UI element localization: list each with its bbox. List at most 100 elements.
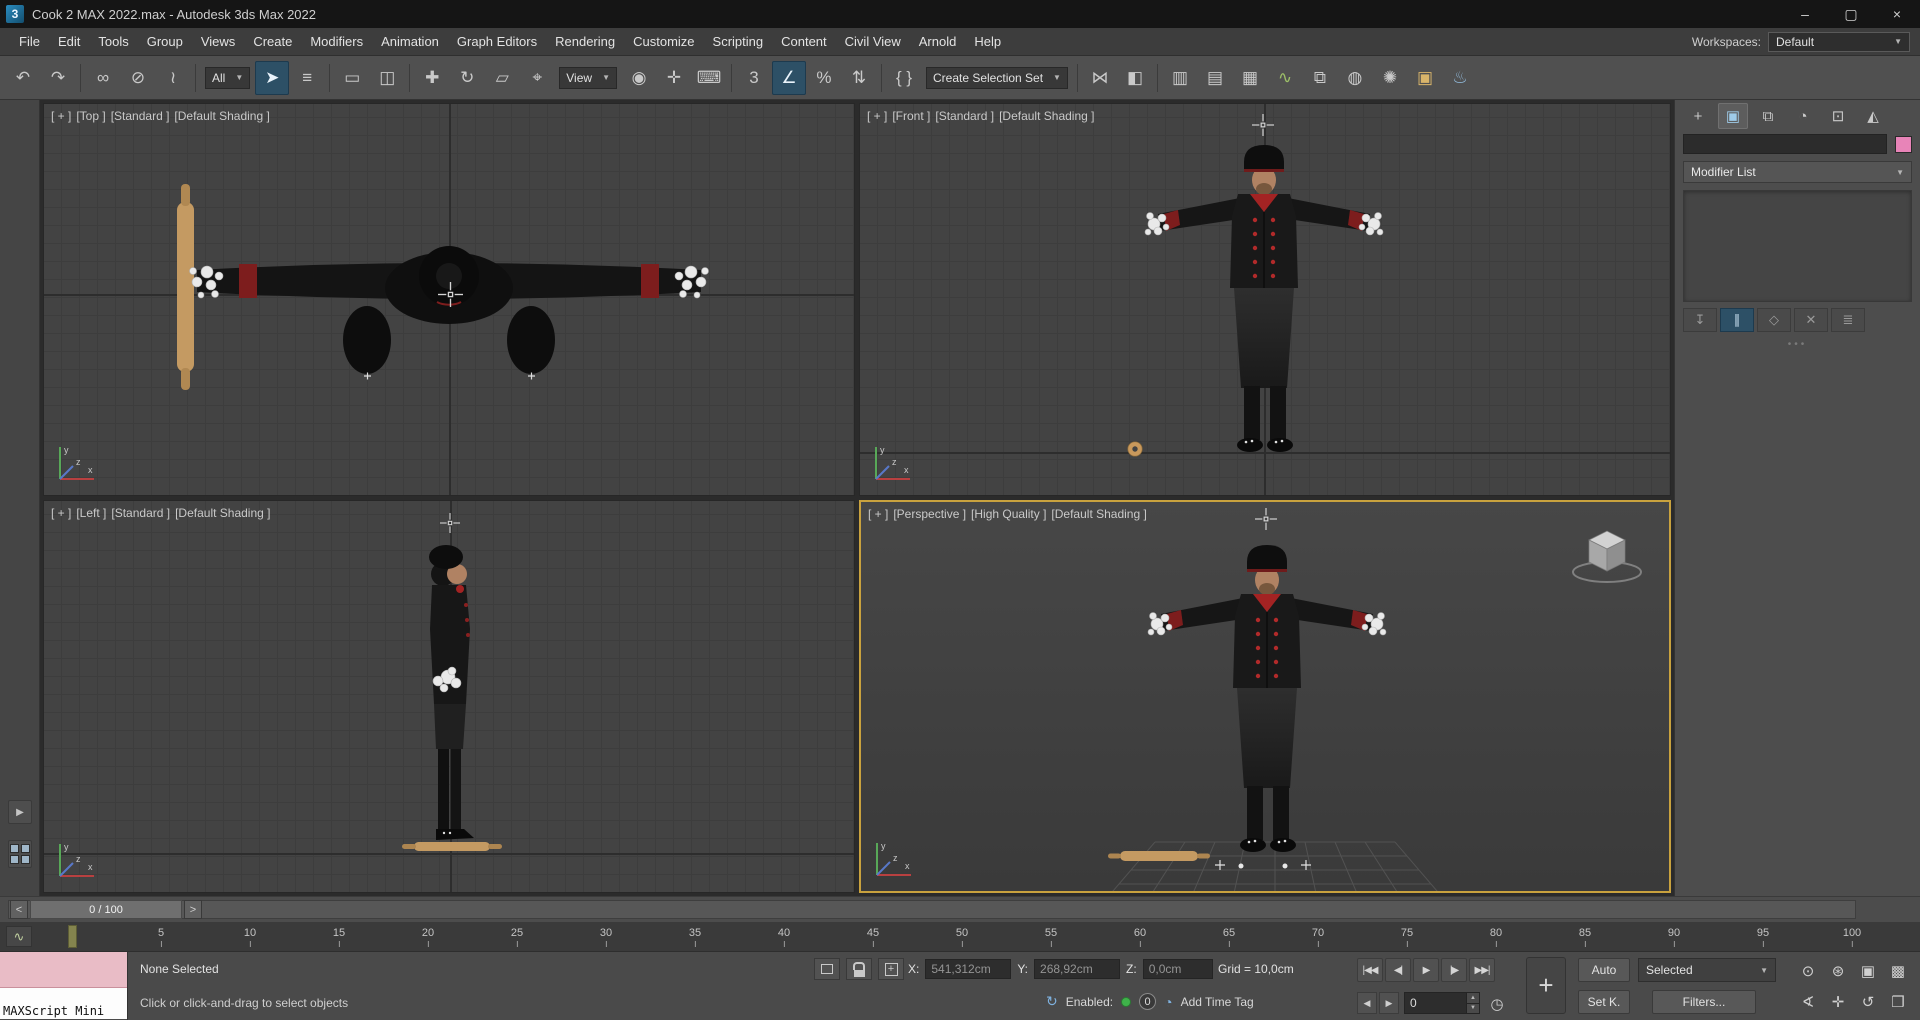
- menu-graph-editors[interactable]: Graph Editors: [448, 28, 546, 55]
- keyboard-shortcut-override-icon[interactable]: ⌨: [692, 61, 726, 95]
- curve-editor-icon[interactable]: ∿: [1268, 61, 1302, 95]
- viewport-shading-menu[interactable]: [Default Shading ]: [1051, 507, 1146, 521]
- zoom-icon[interactable]: ⊙: [1794, 956, 1822, 985]
- viewport-general-menu[interactable]: [ + ]: [868, 507, 888, 521]
- viewport-shading-menu[interactable]: [Default Shading ]: [175, 506, 270, 520]
- workspace-dropdown[interactable]: Default ▼: [1768, 31, 1910, 52]
- menu-arnold[interactable]: Arnold: [910, 28, 966, 55]
- time-configuration-button[interactable]: ◷: [1486, 993, 1508, 1015]
- maximize-viewport-toggle-icon[interactable]: ❒: [1884, 987, 1912, 1016]
- viewport-perspective[interactable]: [ + ] [Perspective ] [High Quality ] [Defau…: [859, 500, 1671, 893]
- material-editor-icon[interactable]: ◍: [1338, 61, 1372, 95]
- panel-resize-handle[interactable]: •••: [1675, 338, 1920, 350]
- menu-help[interactable]: Help: [965, 28, 1010, 55]
- redo-icon[interactable]: ↷: [41, 61, 75, 95]
- viewport-pov-menu[interactable]: [Left ]: [76, 506, 106, 520]
- key-filters-button[interactable]: Filters...: [1652, 990, 1756, 1014]
- angle-snap-toggle-icon[interactable]: ∠: [771, 60, 806, 95]
- menu-views[interactable]: Views: [192, 28, 244, 55]
- z-coordinate-field[interactable]: 0,0cm: [1142, 959, 1213, 979]
- set-key-button[interactable]: Set K.: [1578, 990, 1630, 1014]
- next-key-button[interactable]: ▶: [1379, 992, 1399, 1014]
- zoom-extents-all-icon[interactable]: ▩: [1884, 956, 1912, 985]
- add-time-tag[interactable]: Add Time Tag: [1181, 995, 1254, 1009]
- align-icon[interactable]: ◧: [1118, 61, 1152, 95]
- menu-customize[interactable]: Customize: [624, 28, 703, 55]
- mirror-icon[interactable]: ⋈: [1083, 61, 1117, 95]
- select-and-move-icon[interactable]: ✚: [415, 61, 449, 95]
- absolute-mode-toggle-button[interactable]: [878, 958, 904, 980]
- viewport-top[interactable]: [ + ] [Top ] [Standard ] [Default Shading ]: [43, 103, 855, 496]
- sync-status-icon[interactable]: ↻: [1046, 993, 1058, 1010]
- menu-modifiers[interactable]: Modifiers: [301, 28, 372, 55]
- viewport-general-menu[interactable]: [ + ]: [51, 506, 71, 520]
- viewport-layout-tab-button[interactable]: [8, 840, 32, 868]
- viewport-render-preset-menu[interactable]: [Standard ]: [111, 109, 170, 123]
- viewport-front[interactable]: [ + ] [Front ] [Standard ] [Default Shading…: [859, 103, 1671, 496]
- unlink-selection-icon[interactable]: ⊘: [121, 61, 155, 95]
- menu-file[interactable]: File: [10, 28, 49, 55]
- object-name-field[interactable]: [1683, 134, 1887, 154]
- rendered-frame-window-icon[interactable]: ▣: [1408, 61, 1442, 95]
- menu-animation[interactable]: Animation: [372, 28, 448, 55]
- modify-tab[interactable]: ▣: [1718, 103, 1748, 129]
- select-and-rotate-icon[interactable]: ↻: [450, 61, 484, 95]
- viewport-render-preset-menu[interactable]: [Standard ]: [935, 109, 994, 123]
- modifier-stack[interactable]: [1683, 190, 1912, 302]
- clock-status-icon[interactable]: ◔: [1164, 994, 1172, 1010]
- toggle-ribbon-icon[interactable]: ▦: [1233, 61, 1267, 95]
- close-button[interactable]: ×: [1874, 0, 1920, 28]
- go-to-start-button[interactable]: |◀◀: [1357, 958, 1383, 982]
- snaps-toggle-icon[interactable]: 3: [737, 61, 771, 95]
- spin-down-icon[interactable]: ▼: [1467, 1003, 1479, 1013]
- menu-content[interactable]: Content: [772, 28, 836, 55]
- time-slider-track[interactable]: [8, 900, 1856, 919]
- schematic-view-icon[interactable]: ⧉: [1303, 61, 1337, 95]
- listener-line[interactable]: MAXScript Mini: [0, 988, 127, 1019]
- macro-recorder-line[interactable]: [0, 952, 127, 988]
- select-and-uniform-scale-icon[interactable]: ▱: [485, 61, 519, 95]
- viewport-pov-menu[interactable]: [Top ]: [76, 109, 105, 123]
- undo-icon[interactable]: ↶: [6, 61, 40, 95]
- previous-key-button[interactable]: ◀: [1357, 992, 1377, 1014]
- select-by-name-icon[interactable]: ≡: [290, 61, 324, 95]
- zoom-all-icon[interactable]: ⊛: [1824, 956, 1852, 985]
- select-object-icon[interactable]: ➤: [255, 60, 290, 95]
- zoom-extents-icon[interactable]: ▣: [1854, 956, 1882, 985]
- window-crossing-icon[interactable]: ◫: [370, 61, 404, 95]
- y-coordinate-field[interactable]: 268,92cm: [1034, 959, 1121, 979]
- viewport-general-menu[interactable]: [ + ]: [867, 109, 887, 123]
- hierarchy-tab[interactable]: ⧉: [1753, 103, 1783, 129]
- pan-icon[interactable]: ✛: [1824, 987, 1852, 1016]
- view-cube[interactable]: [1567, 514, 1647, 594]
- bind-to-space-warp-icon[interactable]: ≀: [156, 61, 190, 95]
- current-frame-marker[interactable]: [68, 925, 77, 948]
- current-time-field[interactable]: 0 ▲ ▼: [1404, 992, 1480, 1014]
- menu-create[interactable]: Create: [244, 28, 301, 55]
- select-and-manipulate-icon[interactable]: ✛: [657, 61, 691, 95]
- auto-key-button[interactable]: Auto: [1578, 958, 1630, 982]
- render-production-icon[interactable]: ♨: [1443, 61, 1477, 95]
- select-and-link-icon[interactable]: ∞: [86, 61, 120, 95]
- menu-rendering[interactable]: Rendering: [546, 28, 624, 55]
- remove-modifier-button[interactable]: ✕: [1794, 308, 1828, 332]
- viewport-shading-menu[interactable]: [Default Shading ]: [174, 109, 269, 123]
- time-spinner[interactable]: ▲ ▼: [1466, 993, 1479, 1013]
- toggle-scene-explorer-icon[interactable]: ▥: [1163, 61, 1197, 95]
- make-unique-button[interactable]: ◇: [1757, 308, 1791, 332]
- rectangular-selection-region-icon[interactable]: ▭: [335, 61, 369, 95]
- viewport-render-preset-menu[interactable]: [Standard ]: [111, 506, 170, 520]
- viewport-pov-menu[interactable]: [Front ]: [892, 109, 930, 123]
- motion-tab[interactable]: ◔: [1788, 103, 1818, 129]
- menu-civil-view[interactable]: Civil View: [836, 28, 910, 55]
- maximize-button[interactable]: ▢: [1828, 0, 1874, 28]
- object-color-swatch[interactable]: [1895, 135, 1912, 153]
- set-keys-button[interactable]: +: [1526, 957, 1566, 1014]
- open-mini-curve-editor-button[interactable]: ∿: [6, 926, 32, 947]
- menu-edit[interactable]: Edit: [49, 28, 89, 55]
- viewport-render-preset-menu[interactable]: [High Quality ]: [971, 507, 1046, 521]
- modifier-list-dropdown[interactable]: Modifier List ▼: [1683, 161, 1912, 183]
- next-frame-step-button[interactable]: >: [184, 900, 202, 919]
- minimize-button[interactable]: –: [1782, 0, 1828, 28]
- app-icon[interactable]: 3: [6, 5, 24, 23]
